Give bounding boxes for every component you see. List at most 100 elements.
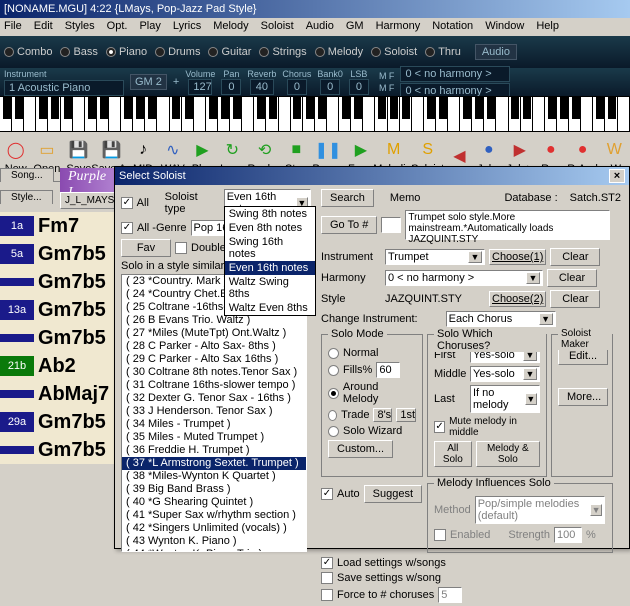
list-item[interactable]: ( 30 Coltrane 8th notes.Tenor Sax ) bbox=[122, 366, 306, 379]
menu-notation[interactable]: Notation bbox=[432, 20, 473, 34]
menu-window[interactable]: Window bbox=[485, 20, 524, 34]
harmony1-select[interactable]: 0 < no harmony > bbox=[400, 66, 510, 82]
dropdown-item[interactable]: Even 8th notes bbox=[225, 221, 315, 235]
dropdown-item[interactable]: Waltz Swing 8ths bbox=[225, 275, 315, 301]
goto-button[interactable]: Go To # bbox=[321, 216, 377, 234]
memo-textarea[interactable]: Trumpet solo style.More mainstream.*Auto… bbox=[405, 210, 610, 240]
fav-button[interactable]: Fav bbox=[121, 239, 171, 257]
dropdown-item[interactable]: Swing 16th notes bbox=[225, 235, 315, 261]
bank0-input[interactable]: 0 bbox=[320, 79, 340, 95]
choose1-button[interactable]: Choose(1) bbox=[489, 249, 546, 265]
middle-combo[interactable]: Yes-solo▼ bbox=[470, 366, 540, 382]
clear-harmony-button[interactable]: Clear bbox=[547, 269, 597, 287]
list-item[interactable]: ( 43 Wynton K. Piano ) bbox=[122, 535, 306, 548]
menu-opt[interactable]: Opt. bbox=[107, 20, 128, 34]
gm2-button[interactable]: GM 2 bbox=[130, 74, 167, 90]
soloist-type-combo[interactable]: Even 16th notes ▼ Swing 8th notesEven 8t… bbox=[224, 189, 311, 217]
solo-wizard-radio[interactable] bbox=[328, 426, 339, 437]
menu-melody[interactable]: Melody bbox=[213, 20, 248, 34]
trade-radio[interactable] bbox=[328, 410, 337, 421]
close-icon[interactable]: × bbox=[609, 169, 625, 183]
trade-8s-button[interactable]: 8's bbox=[373, 408, 392, 422]
dropdown-item[interactable]: Waltz Even 8ths bbox=[225, 301, 315, 315]
list-item[interactable]: ( 35 Miles - Muted Trumpet ) bbox=[122, 431, 306, 444]
track-radio-bass[interactable]: Bass bbox=[60, 46, 97, 58]
chord-cell[interactable]: Gm7b5 bbox=[34, 411, 124, 434]
fills-input[interactable]: 60 bbox=[376, 362, 400, 378]
menu-audio[interactable]: Audio bbox=[306, 20, 334, 34]
piano-keyboard[interactable] bbox=[0, 96, 630, 132]
around-melody-radio[interactable] bbox=[328, 388, 339, 399]
custom-button[interactable]: Custom... bbox=[328, 440, 393, 458]
dlg-instrument-combo[interactable]: Trumpet▼ bbox=[385, 249, 485, 265]
instrument-select[interactable]: 1 Acoustic Piano bbox=[4, 80, 124, 96]
method-combo[interactable]: Pop/simple melodies (default)▼ bbox=[475, 496, 605, 524]
dlg-harmony-combo[interactable]: 0 < no harmony >▼ bbox=[385, 270, 543, 286]
clear-style-button[interactable]: Clear bbox=[550, 290, 600, 308]
lsb-input[interactable]: 0 bbox=[349, 79, 369, 95]
menu-harmony[interactable]: Harmony bbox=[376, 20, 421, 34]
list-item[interactable]: ( 37 *L Armstrong Sextet. Trumpet ) bbox=[122, 457, 306, 470]
style-tab[interactable]: Style... bbox=[0, 190, 53, 204]
enabled-checkbox[interactable] bbox=[434, 529, 446, 541]
all-genre-checkbox[interactable] bbox=[121, 222, 133, 234]
menu-play[interactable]: Play bbox=[139, 20, 160, 34]
menu-gm[interactable]: GM bbox=[346, 20, 364, 34]
track-radio-melody[interactable]: Melody bbox=[315, 46, 363, 58]
list-item[interactable]: ( 38 *Miles-Wynton K Quartet ) bbox=[122, 470, 306, 483]
list-item[interactable]: ( 27 *Miles (MuteTpt) Ont.Waltz ) bbox=[122, 327, 306, 340]
pan-input[interactable]: 0 bbox=[221, 79, 241, 95]
track-radio-strings[interactable]: Strings bbox=[259, 46, 306, 58]
search-button[interactable]: Search bbox=[321, 189, 374, 207]
track-radio-combo[interactable]: Combo bbox=[4, 46, 52, 58]
menu-soloist[interactable]: Soloist bbox=[261, 20, 294, 34]
trade-1st-button[interactable]: 1st bbox=[396, 408, 416, 422]
list-item[interactable]: ( 34 Miles - Trumpet ) bbox=[122, 418, 306, 431]
list-item[interactable]: ( 33 J Henderson. Tenor Sax ) bbox=[122, 405, 306, 418]
chord-cell[interactable]: AbMaj7 bbox=[34, 383, 124, 406]
track-radio-thru[interactable]: Thru bbox=[425, 46, 461, 58]
chord-cell[interactable]: Gm7b5 bbox=[34, 439, 124, 462]
list-item[interactable]: ( 28 C Parker - Alto Sax- 8ths ) bbox=[122, 340, 306, 353]
menu-lyrics[interactable]: Lyrics bbox=[173, 20, 201, 34]
melody-solo-button[interactable]: Melody & Solo bbox=[476, 441, 540, 467]
list-item[interactable]: ( 32 Dexter G. Tenor Sax - 16ths ) bbox=[122, 392, 306, 405]
all-checkbox[interactable] bbox=[121, 197, 133, 209]
fills-radio[interactable] bbox=[328, 365, 339, 376]
chord-cell[interactable]: Gm7b5 bbox=[34, 327, 124, 350]
menu-styles[interactable]: Styles bbox=[65, 20, 95, 34]
dropdown-item[interactable]: Even 16th notes bbox=[225, 261, 315, 275]
track-radio-soloist[interactable]: Soloist bbox=[371, 46, 417, 58]
chord-cell[interactable]: Gm7b5 bbox=[34, 299, 124, 322]
list-item[interactable]: ( 41 *Super Sax w/rhythm section ) bbox=[122, 509, 306, 522]
style-button[interactable]: J_L_MAYS bbox=[60, 192, 115, 209]
auto-checkbox[interactable] bbox=[321, 488, 333, 500]
list-item[interactable]: ( 39 Big Band Brass ) bbox=[122, 483, 306, 496]
menu-help[interactable]: Help bbox=[536, 20, 559, 34]
list-item[interactable]: ( 40 *G Shearing Quintet ) bbox=[122, 496, 306, 509]
reverb-input[interactable]: 40 bbox=[250, 79, 274, 95]
track-radio-guitar[interactable]: Guitar bbox=[208, 46, 251, 58]
clear-instrument-button[interactable]: Clear bbox=[550, 248, 600, 266]
goto-input[interactable] bbox=[381, 217, 401, 233]
menu-edit[interactable]: Edit bbox=[34, 20, 53, 34]
more-button[interactable]: More... bbox=[558, 388, 608, 406]
mute-melody-checkbox[interactable] bbox=[434, 421, 445, 433]
suggest-button[interactable]: Suggest bbox=[364, 485, 422, 503]
chord-cell[interactable]: Fm7 bbox=[34, 215, 124, 238]
last-combo[interactable]: If no melody▼ bbox=[470, 385, 540, 413]
choose2-button[interactable]: Choose(2) bbox=[489, 291, 546, 307]
change-instr-combo[interactable]: Each Chorus▼ bbox=[446, 311, 556, 327]
list-item[interactable]: ( 42 *Singers Unlimited (vocals) ) bbox=[122, 522, 306, 535]
list-item[interactable]: ( 31 Coltrane 16ths-slower tempo ) bbox=[122, 379, 306, 392]
chord-cell[interactable]: Ab2 bbox=[34, 355, 124, 378]
track-radio-drums[interactable]: Drums bbox=[155, 46, 200, 58]
audio-button[interactable]: Audio bbox=[475, 44, 517, 60]
chord-cell[interactable]: Gm7b5 bbox=[34, 243, 124, 266]
double-time-checkbox[interactable] bbox=[175, 242, 187, 254]
chorus-input[interactable]: 0 bbox=[287, 79, 307, 95]
song-tab[interactable]: Song... bbox=[0, 168, 54, 182]
track-radio-piano[interactable]: Piano bbox=[106, 46, 147, 58]
all-solo-button[interactable]: All Solo bbox=[434, 441, 472, 467]
dropdown-item[interactable]: Swing 8th notes bbox=[225, 207, 315, 221]
